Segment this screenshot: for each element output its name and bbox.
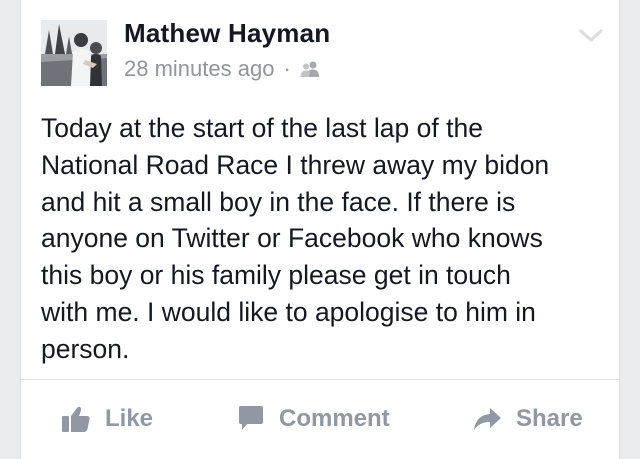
post-meta: 28 minutes ago · (124, 56, 321, 82)
post-timestamp[interactable]: 28 minutes ago (124, 56, 274, 82)
share-button[interactable]: Share (472, 402, 583, 436)
post-card: Mathew Hayman 28 minutes ago · Today at … (20, 0, 620, 459)
share-label: Share (516, 405, 583, 432)
comment-label: Comment (279, 405, 390, 432)
author-name[interactable]: Mathew Hayman (124, 18, 330, 49)
avatar[interactable] (41, 20, 107, 86)
post-body-text: Today at the start of the last lap of th… (41, 113, 550, 364)
share-arrow-icon (474, 408, 501, 430)
comment-button[interactable]: Comment (237, 402, 390, 436)
post-actions-bar: Like Comment Share (21, 380, 619, 459)
avatar-photo (41, 20, 107, 86)
thumbs-up-icon (62, 406, 90, 432)
like-label: Like (105, 405, 154, 432)
like-button[interactable]: Like (61, 402, 153, 436)
chevron-down-icon[interactable] (578, 26, 604, 46)
friends-icon[interactable] (299, 60, 321, 78)
meta-separator: · (283, 56, 291, 81)
speech-bubble-icon (239, 406, 263, 430)
